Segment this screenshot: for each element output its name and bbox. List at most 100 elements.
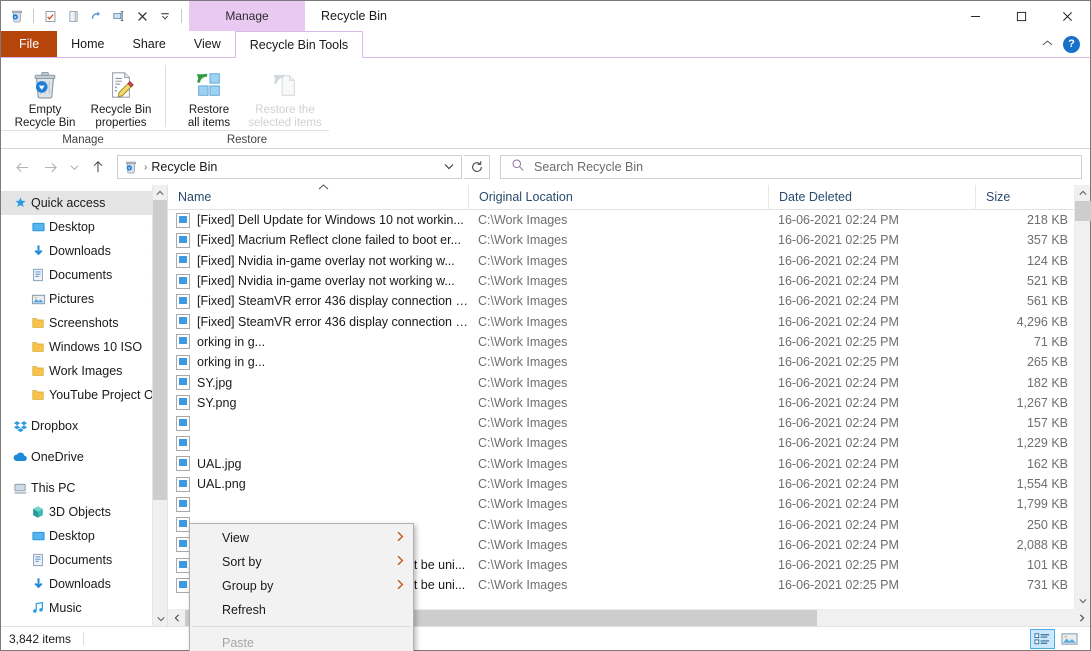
table-row[interactable]: SY.pngC:\Work Images16-06-2021 02:24 PM1… — [168, 393, 1090, 413]
sidebar-item-desktop-2[interactable]: Desktop — [1, 524, 167, 548]
sidebar-item-music-label: Music — [49, 601, 82, 615]
close-button[interactable] — [1044, 1, 1090, 31]
nav-scroll-up-icon[interactable] — [153, 185, 167, 200]
cell-name-label: [Fixed] Nvidia in-game overlay not worki… — [197, 254, 455, 268]
empty-recycle-bin-button[interactable]: Empty Recycle Bin — [7, 62, 83, 130]
sidebar-item-3d-objects[interactable]: 3D Objects — [1, 500, 167, 524]
table-row[interactable]: [Fixed] Nvidia in-game overlay not worki… — [168, 271, 1090, 291]
search-input[interactable]: Search Recycle Bin — [500, 155, 1082, 179]
collapse-ribbon-icon[interactable] — [1042, 38, 1053, 50]
table-row[interactable]: [Fixed] SteamVR error 436 display connec… — [168, 311, 1090, 331]
redo-icon[interactable] — [88, 8, 104, 24]
large-icons-view-icon[interactable] — [1057, 629, 1082, 649]
recycle-bin-properties-button[interactable]: Recycle Bin properties — [83, 62, 159, 130]
folder-icon — [27, 316, 49, 330]
new-folder-icon[interactable] — [65, 8, 81, 24]
menu-item-group-by[interactable]: Group by — [190, 574, 413, 598]
tab-share[interactable]: Share — [119, 31, 180, 57]
table-row[interactable]: [Fixed] Nvidia in-game overlay not worki… — [168, 251, 1090, 271]
column-header-name[interactable]: Name — [168, 185, 468, 210]
refresh-icon[interactable] — [464, 155, 490, 179]
table-row[interactable]: UAL.pngC:\Work Images16-06-2021 02:24 PM… — [168, 474, 1090, 494]
sidebar-item-music[interactable]: Music — [1, 596, 167, 620]
delete-icon[interactable] — [134, 8, 150, 24]
sidebar-item-dropbox[interactable]: Dropbox — [1, 414, 167, 438]
table-row[interactable]: UAL.jpgC:\Work Images16-06-2021 02:24 PM… — [168, 454, 1090, 474]
properties-icon[interactable] — [42, 8, 58, 24]
table-row[interactable]: C:\Work Images16-06-2021 02:24 PM157 KB — [168, 413, 1090, 433]
recent-locations-chevron-icon[interactable] — [65, 154, 83, 180]
sidebar-item-work-images[interactable]: Work Images — [1, 359, 167, 383]
chevron-down-icon[interactable] — [439, 162, 459, 173]
vscroll-up-icon[interactable] — [1075, 185, 1090, 201]
table-row[interactable]: [Fixed] Dell Update for Windows 10 not w… — [168, 210, 1090, 230]
search-placeholder: Search Recycle Bin — [534, 160, 643, 174]
table-row[interactable]: [Fixed] Macrium Reflect clone failed to … — [168, 230, 1090, 250]
tab-home[interactable]: Home — [57, 31, 118, 57]
rename-icon[interactable] — [111, 8, 127, 24]
sidebar-item-screenshots[interactable]: Screenshots — [1, 311, 167, 335]
navigation-pane-scrollbar[interactable] — [152, 185, 167, 626]
menu-item-view[interactable]: View — [190, 526, 413, 550]
table-row[interactable]: orking in g...C:\Work Images16-06-2021 0… — [168, 352, 1090, 372]
sidebar-item-pictures[interactable]: Pictures — [1, 287, 167, 311]
minimize-button[interactable] — [952, 1, 998, 31]
3d-objects-icon — [27, 505, 49, 519]
tab-view[interactable]: View — [180, 31, 235, 57]
vertical-scrollbar[interactable] — [1074, 185, 1090, 609]
details-view-icon[interactable] — [1030, 629, 1055, 649]
sidebar-item-onedrive[interactable]: OneDrive — [1, 445, 167, 469]
back-arrow-icon[interactable] — [9, 154, 35, 180]
dropbox-icon — [9, 419, 31, 434]
forward-arrow-icon[interactable] — [37, 154, 63, 180]
column-header-date-deleted[interactable]: Date Deleted — [768, 185, 975, 210]
vscroll-down-icon[interactable] — [1075, 593, 1091, 609]
table-row[interactable]: C:\Work Images16-06-2021 02:24 PM1,229 K… — [168, 433, 1090, 453]
sidebar-item-downloads-2[interactable]: Downloads — [1, 572, 167, 596]
restore-all-items-button[interactable]: Restore all items — [171, 62, 247, 130]
tab-file[interactable]: File — [1, 31, 57, 57]
sidebar-item-this-pc[interactable]: This PC — [1, 476, 167, 500]
chevron-right-icon — [396, 555, 407, 569]
cell-date-deleted: 16-06-2021 02:24 PM — [768, 436, 975, 450]
breadcrumb-recycle-bin[interactable]: Recycle Bin — [151, 160, 439, 174]
table-row[interactable]: C:\Work Images16-06-2021 02:24 PM1,799 K… — [168, 494, 1090, 514]
recycle-bin-icon[interactable] — [9, 8, 25, 24]
hscroll-left-icon[interactable] — [168, 610, 185, 627]
up-arrow-icon[interactable] — [85, 154, 111, 180]
sidebar-item-windows-10-iso[interactable]: Windows 10 ISO — [1, 335, 167, 359]
sidebar-item-desktop[interactable]: Desktop — [1, 215, 167, 239]
sidebar-item-quick-access[interactable]: Quick access — [1, 191, 167, 215]
hscroll-right-icon[interactable] — [1073, 610, 1090, 627]
tab-recycle-bin-tools[interactable]: Recycle Bin Tools — [235, 31, 363, 58]
cell-date-deleted: 16-06-2021 02:24 PM — [768, 294, 975, 308]
maximize-button[interactable] — [998, 1, 1044, 31]
sidebar-item-documents[interactable]: Documents — [1, 263, 167, 287]
cell-name: [Fixed] Nvidia in-game overlay not worki… — [168, 253, 468, 268]
table-row[interactable]: orking in g...C:\Work Images16-06-2021 0… — [168, 332, 1090, 352]
column-header-original-location-label: Original Location — [479, 190, 573, 204]
menu-item-refresh[interactable]: Refresh — [190, 598, 413, 622]
vscroll-thumb[interactable] — [1075, 201, 1091, 221]
table-row[interactable]: [Fixed] SteamVR error 436 display connec… — [168, 291, 1090, 311]
cell-name-label: SY.jpg — [197, 376, 232, 390]
sidebar-item-documents-2[interactable]: Documents — [1, 548, 167, 572]
menu-item-sort-by[interactable]: Sort by — [190, 550, 413, 574]
cell-name-label: orking in g... — [197, 355, 265, 369]
help-icon[interactable]: ? — [1063, 36, 1080, 53]
window-controls — [952, 1, 1090, 31]
image-file-icon — [176, 355, 190, 370]
menu-item-label: Refresh — [222, 603, 407, 617]
address-path-box[interactable]: › Recycle Bin — [117, 155, 462, 179]
sidebar-item-downloads[interactable]: Downloads — [1, 239, 167, 263]
sidebar-item-youtube-project-ou[interactable]: YouTube Project Ou — [1, 383, 167, 407]
nav-scroll-down-icon[interactable] — [153, 611, 168, 626]
customize-dropdown-icon[interactable] — [157, 8, 173, 24]
cell-size: 71 KB — [975, 335, 1090, 349]
table-row[interactable]: SY.jpgC:\Work Images16-06-2021 02:24 PM1… — [168, 372, 1090, 392]
documents-icon — [27, 268, 49, 282]
nav-scroll-thumb[interactable] — [153, 200, 168, 500]
column-header-original-location[interactable]: Original Location — [468, 185, 768, 210]
column-header-size[interactable]: Size — [975, 185, 1074, 210]
cell-date-deleted: 16-06-2021 02:24 PM — [768, 254, 975, 268]
